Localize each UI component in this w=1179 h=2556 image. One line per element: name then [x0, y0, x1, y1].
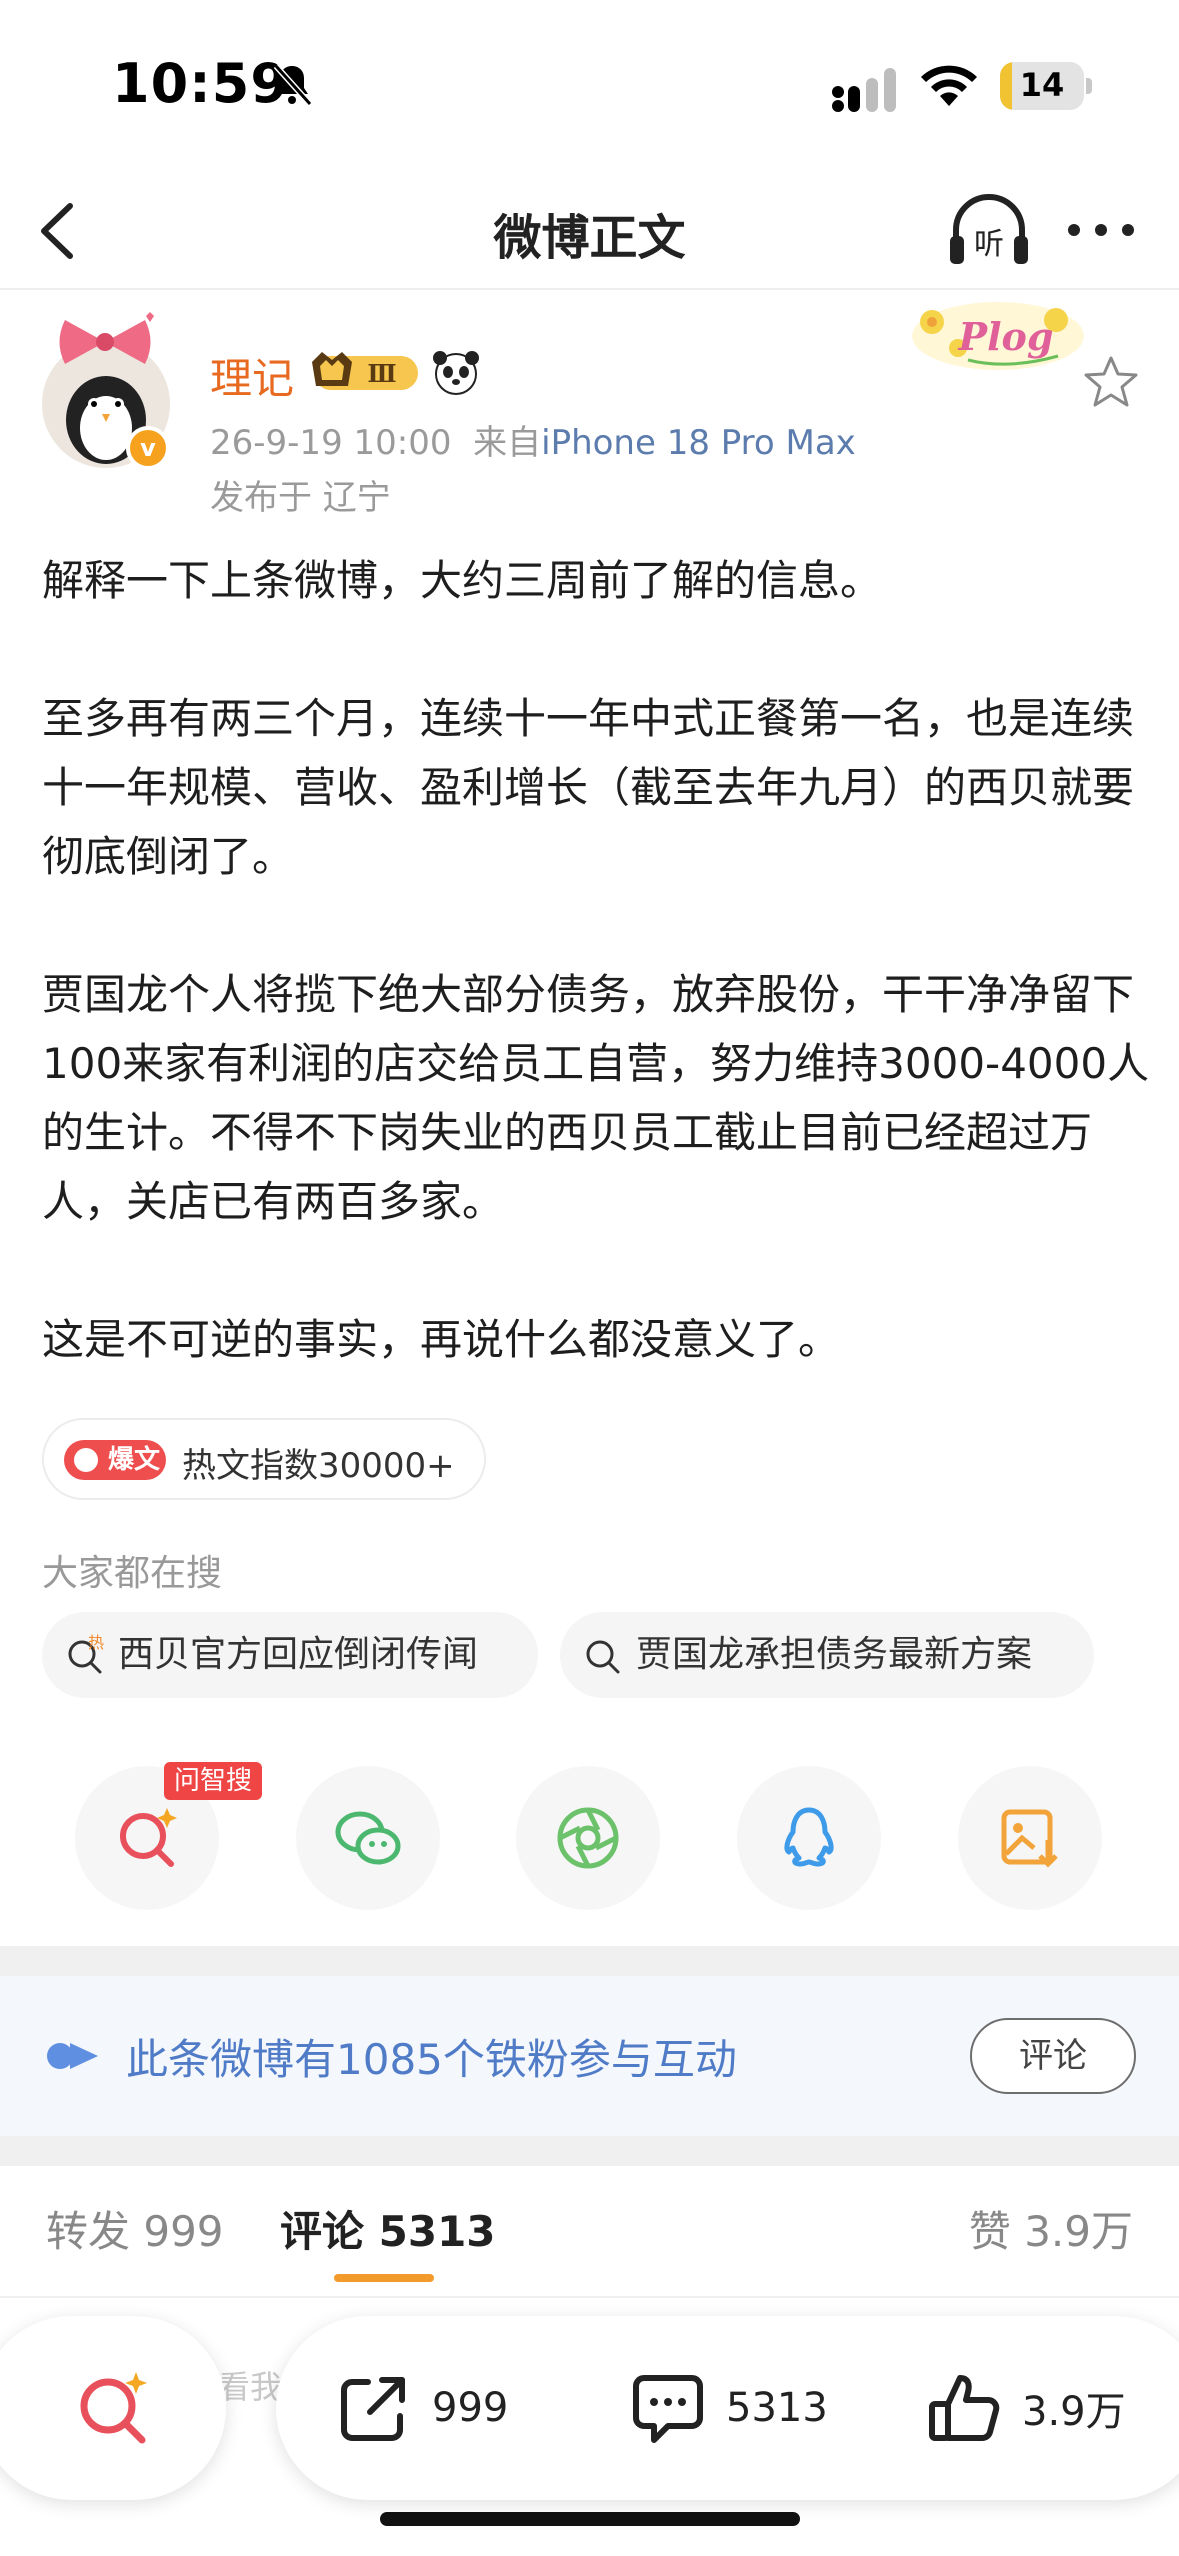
post-body: 解释一下上条微博，大约三周前了解的信息。 至多再有两三个月，连续十一年中式正餐第…: [42, 546, 1152, 1374]
hot-badge: 爆文: [64, 1440, 166, 1480]
save-image-icon: [1001, 1809, 1058, 1868]
bell-muted-icon: [273, 63, 313, 107]
nav-bar: 微博正文 听: [0, 170, 1179, 290]
post-device-source[interactable]: iPhone 18 Pro Max: [541, 423, 856, 463]
plog-label: Plog: [958, 314, 1054, 359]
status-bar: 10:59 14: [0, 0, 1179, 170]
moments-camera-icon: [557, 1807, 619, 1869]
hot-index-text: 热文指数30000+: [182, 1446, 455, 1486]
more-options-icon[interactable]: [1066, 220, 1136, 240]
wechat-share-button[interactable]: [296, 1766, 440, 1910]
fans-interaction-text: 此条微博有1085个铁粉参与互动: [126, 2035, 737, 2084]
tab-repost[interactable]: 转发 999: [46, 2198, 224, 2259]
post-meta: 26-9-19 10:00 来自iPhone 18 Pro Max: [210, 415, 856, 464]
post-paragraph: 至多再有两三个月，连续十一年中式正餐第一名，也是连续十一年规模、营收、盈利增长（…: [42, 694, 1135, 881]
flame-icon: [74, 1448, 98, 1472]
search-chip[interactable]: 贾国龙承担债务最新方案: [560, 1612, 1094, 1698]
post-from-label: 来自: [473, 423, 542, 463]
post-paragraph: 解释一下上条微博，大约三周前了解的信息。: [42, 556, 883, 605]
hot-index-tag[interactable]: 爆文 热文指数30000+: [42, 1418, 486, 1500]
battery-indicator: 14: [1000, 62, 1092, 110]
panda-icon: [433, 351, 479, 395]
post-location: 发布于 辽宁: [210, 478, 391, 518]
status-time: 10:59: [112, 52, 289, 115]
qq-share-button[interactable]: [737, 1766, 881, 1910]
vip-level: Ⅲ: [367, 359, 396, 388]
like-count: 3.9万: [1022, 2389, 1126, 2435]
interaction-tabs: 转发 999 评论 5313 赞 3.9万: [0, 2166, 1179, 2296]
listen-label: 听: [974, 227, 1004, 262]
post-timestamp: 26-9-19 10:00: [210, 423, 452, 463]
headphones-listen-icon[interactable]: 听: [946, 190, 1032, 270]
comment-count: 5313: [726, 2385, 828, 2431]
moments-share-button[interactable]: [516, 1766, 660, 1910]
search-chip[interactable]: 热 西贝官方回应倒闭传闻: [42, 1612, 538, 1698]
repost-count: 999: [432, 2385, 509, 2431]
plog-sticker-icon[interactable]: Plog: [908, 296, 1088, 376]
save-image-share-button[interactable]: [958, 1766, 1102, 1910]
search-icon: [586, 1640, 620, 1674]
hot-search-icon: 热: [68, 1634, 104, 1674]
like-button[interactable]: 3.9万: [924, 2316, 1126, 2500]
search-chip-label: 贾国龙承担债务最新方案: [636, 1634, 1033, 1675]
ai-search-button[interactable]: [0, 2316, 226, 2500]
bow-decoration-icon: [59, 312, 154, 364]
cellular-signal-icon: [832, 68, 896, 112]
bottom-action-bar: 看我 999 5313 3.9万: [0, 2296, 1179, 2556]
section-divider: [0, 1946, 1179, 1976]
comment-button[interactable]: 5313: [628, 2316, 828, 2500]
wifi-icon: [921, 65, 977, 106]
post-paragraph: 贾国龙个人将揽下绝大部分债务，放弃股份，干干净净留下100来家有利润的店交给员工…: [42, 970, 1150, 1226]
section-divider: [0, 2136, 1179, 2166]
fans-badge-icon: [47, 2043, 98, 2069]
battery-level: 14: [1019, 66, 1065, 104]
favorite-star-icon[interactable]: [1082, 354, 1140, 410]
wechat-icon: [335, 1811, 401, 1865]
qq-penguin-icon: [784, 1807, 834, 1867]
comment-placeholder[interactable]: 看我: [218, 2362, 282, 2408]
verified-badge: v: [126, 426, 170, 470]
vip-crown-badge[interactable]: Ⅲ: [308, 348, 426, 398]
repost-button[interactable]: 999: [334, 2316, 508, 2500]
bottom-actions: 999 5313 3.9万: [276, 2316, 1179, 2500]
home-indicator: [380, 2512, 800, 2526]
ai-search-icon: [80, 2372, 147, 2444]
tab-comment[interactable]: 评论 5313: [280, 2198, 496, 2259]
fans-comment-button[interactable]: 评论: [970, 2018, 1136, 2094]
ai-search-icon: [120, 1808, 177, 1867]
trending-search-heading: 大家都在搜: [42, 1553, 223, 1594]
repost-icon: [341, 2377, 405, 2441]
search-chip-label: 西贝官方回应倒闭传闻: [118, 1634, 479, 1675]
tab-like[interactable]: 赞 3.9万: [969, 2198, 1133, 2259]
ai-search-label: 问智搜: [164, 1762, 263, 1800]
comment-bubble-icon: [633, 2375, 703, 2443]
active-tab-indicator: [334, 2274, 434, 2282]
thumbs-up-icon: [929, 2375, 1000, 2441]
post-paragraph: 这是不可逆的事实，再说什么都没意义了。: [42, 1315, 841, 1364]
fans-interaction-bar: 此条微博有1085个铁粉参与互动 评论: [0, 1976, 1179, 2136]
hot-search-badge: 热: [88, 1634, 104, 1652]
author-name[interactable]: 理记: [210, 345, 294, 406]
